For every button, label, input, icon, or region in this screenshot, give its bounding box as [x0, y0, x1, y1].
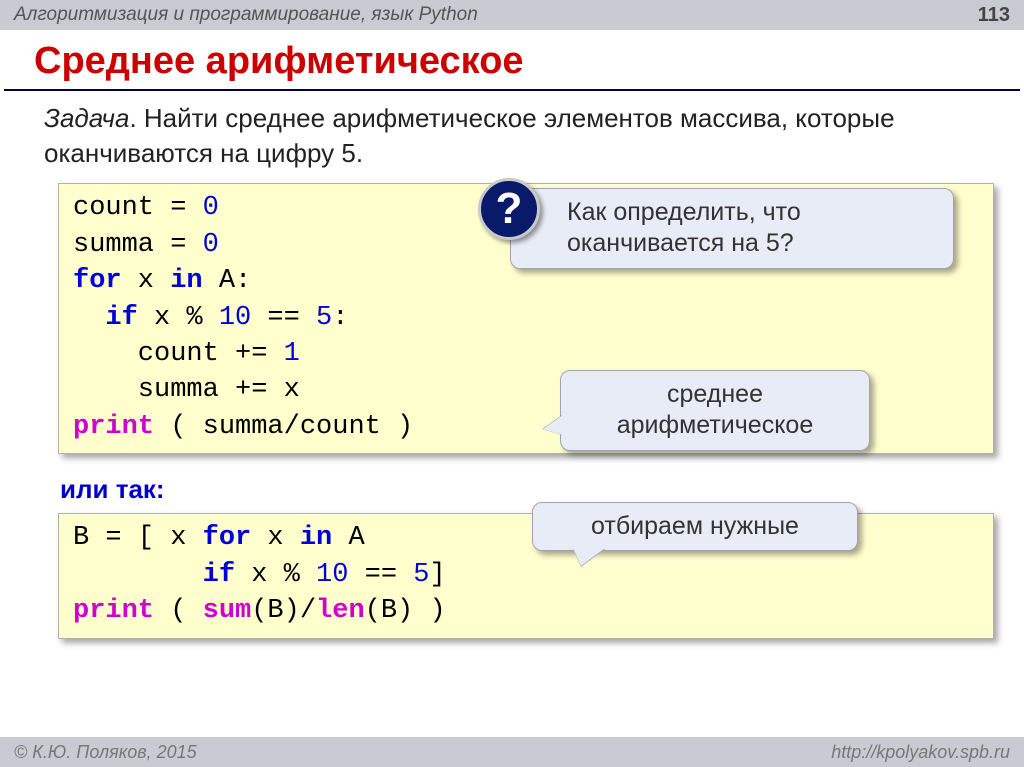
- task-text: . Найти среднее арифметическое элементов…: [44, 103, 895, 168]
- copyright-text: © К.Ю. Поляков, 2015: [14, 742, 197, 763]
- footer-url: http://kpolyakov.spb.ru: [831, 742, 1010, 763]
- callout-select: отбираем нужные: [532, 502, 858, 551]
- slide-title: Среднее арифметическое: [4, 30, 1020, 91]
- page-number: 113: [978, 4, 1010, 27]
- question-badge-icon: ?: [478, 178, 540, 240]
- callout-question: Как определить, что оканчивается на 5?: [510, 188, 954, 269]
- callout-average: среднее арифметическое: [560, 370, 870, 451]
- slide-footer: © К.Ю. Поляков, 2015 http://kpolyakov.sp…: [0, 737, 1024, 767]
- task-label: Задача: [44, 103, 129, 133]
- subject-text: Алгоритмизация и программирование, язык …: [14, 4, 478, 26]
- task-description: Задача. Найти среднее арифметическое эле…: [0, 91, 1024, 183]
- slide-header: Алгоритмизация и программирование, язык …: [0, 0, 1024, 30]
